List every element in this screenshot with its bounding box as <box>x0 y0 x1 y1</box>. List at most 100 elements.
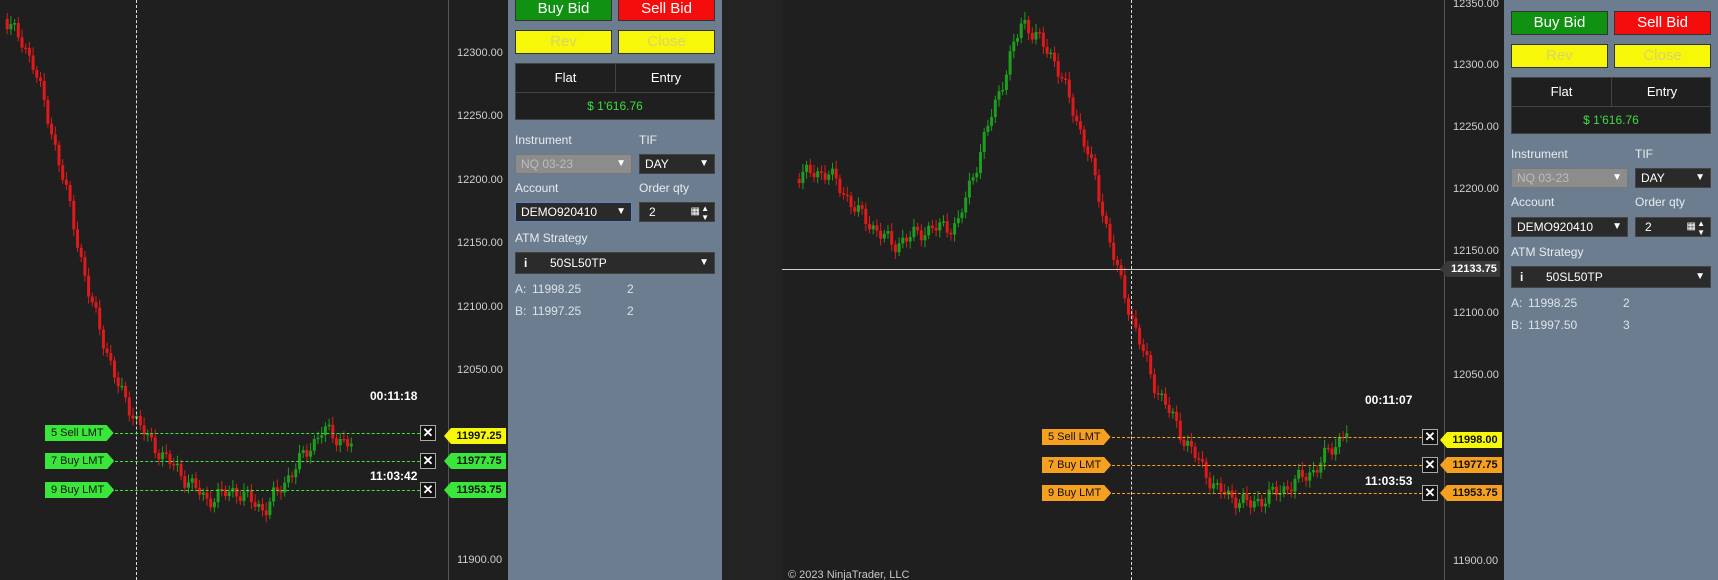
candle-body <box>35 69 39 78</box>
chevron-down-icon: ▼ <box>1695 172 1705 183</box>
candle-body <box>172 463 176 466</box>
chevron-down-icon: ▼ <box>1695 271 1705 282</box>
right-rev-button[interactable]: Rev <box>1511 44 1608 68</box>
left-cancel-order-3-icon[interactable]: ✕ <box>420 482 436 498</box>
right-order-line-sell[interactable] <box>1112 437 1422 438</box>
left-price-axis[interactable]: 12300.00 12250.00 12200.00 12150.00 1210… <box>444 0 508 580</box>
right-tif-select[interactable]: DAY ▼ <box>1635 168 1711 188</box>
candle-body <box>61 165 65 180</box>
left-buy-bid-button[interactable]: Buy Bid <box>515 0 612 21</box>
candle-body <box>1127 298 1130 315</box>
info-icon[interactable]: i <box>524 253 527 273</box>
left-price-tag-sell: 11997.25 <box>444 428 506 444</box>
left-order-qty-stepper[interactable]: 2 ▦ ▲ ▼ <box>639 202 715 222</box>
calculator-icon[interactable]: ▦ <box>1687 218 1696 236</box>
candle-body <box>890 231 894 245</box>
right-instrument-select[interactable]: NQ 03-23 ▼ <box>1511 168 1628 188</box>
candle-body <box>1101 201 1105 216</box>
right-cancel-order-1-icon[interactable]: ✕ <box>1422 429 1438 445</box>
left-order-tag-sell[interactable]: 5 Sell LMT <box>45 425 114 441</box>
candle-body <box>1071 97 1075 116</box>
left-bid-price: 11997.25 <box>532 304 582 318</box>
right-order-qty-stepper[interactable]: 2 ▦ ▲ ▼ <box>1635 217 1711 237</box>
right-sell-bid-button[interactable]: Sell Bid <box>1614 11 1711 35</box>
candle-body <box>1001 89 1005 92</box>
left-order-line-buy-2[interactable] <box>110 490 420 491</box>
left-account-select[interactable]: DEMO920410 ▼ <box>515 202 632 222</box>
info-icon[interactable]: i <box>1520 267 1523 287</box>
candle-body <box>187 482 190 488</box>
candle-body <box>1152 374 1156 394</box>
right-buy-bid-button[interactable]: Buy Bid <box>1511 11 1608 35</box>
candle-body <box>1082 129 1086 147</box>
candle-body <box>1215 483 1219 485</box>
left-chart-area[interactable]: 00:11:18 11:03:42 5 Sell LMT 7 Buy LMT 9… <box>0 0 448 580</box>
left-tif-select[interactable]: DAY ▼ <box>639 154 715 174</box>
stepper-arrows-icon[interactable]: ▲ ▼ <box>1697 219 1705 237</box>
candle-body <box>31 55 35 70</box>
right-order-tag-buy-1[interactable]: 7 Buy LMT <box>1042 457 1111 473</box>
left-rev-button[interactable]: Rev <box>515 30 612 54</box>
right-instrument-label: Instrument <box>1511 147 1568 161</box>
candle-body <box>1315 470 1319 473</box>
candle-body <box>886 231 890 234</box>
candle-body <box>923 235 927 241</box>
left-close-button[interactable]: Close <box>618 30 715 54</box>
right-order-line-buy-1[interactable] <box>1112 465 1422 466</box>
right-atm-strategy-select[interactable]: i 50SL50TP ▼ <box>1511 266 1711 288</box>
right-cancel-order-3-icon[interactable]: ✕ <box>1422 485 1438 501</box>
candle-body <box>1175 411 1179 421</box>
left-order-line-sell[interactable] <box>110 433 420 434</box>
candle-body <box>1245 494 1249 501</box>
left-cancel-order-1-icon[interactable]: ✕ <box>420 425 436 441</box>
right-cancel-order-2-icon[interactable]: ✕ <box>1422 457 1438 473</box>
candle-body <box>335 438 338 446</box>
candle-body <box>1112 242 1116 260</box>
left-cancel-order-2-icon[interactable]: ✕ <box>420 453 436 469</box>
right-close-button[interactable]: Close <box>1614 44 1711 68</box>
candle-body <box>982 131 986 153</box>
candle-body <box>993 99 997 118</box>
candle-body <box>1182 439 1186 446</box>
candle-body <box>183 476 187 488</box>
candle-body <box>838 178 842 194</box>
candle-body <box>816 171 820 178</box>
left-order-tag-buy-2[interactable]: 9 Buy LMT <box>45 482 114 498</box>
candle-body <box>949 232 953 235</box>
candle-body <box>20 37 24 48</box>
right-bid-qty: 3 <box>1623 318 1630 332</box>
candle-body <box>1212 483 1216 489</box>
left-order-line-buy-1[interactable] <box>110 461 420 462</box>
candle-body <box>908 237 912 242</box>
left-position-box: Flat Entry $ 1'616.76 <box>515 63 715 120</box>
right-crosshair-price-tag: 12133.75 <box>1440 261 1500 277</box>
candle-body <box>1104 215 1108 224</box>
left-atm-strategy-select[interactable]: i 50SL50TP ▼ <box>515 252 715 274</box>
candle-body <box>919 230 923 241</box>
candle-body <box>871 225 875 230</box>
calculator-icon[interactable]: ▦ <box>691 203 700 221</box>
left-position-status: Flat <box>516 64 616 92</box>
left-order-tag-buy-1[interactable]: 7 Buy LMT <box>45 453 114 469</box>
right-tif-label: TIF <box>1635 147 1653 161</box>
left-axis-tick: 12150.00 <box>457 237 503 249</box>
candle-body <box>1234 497 1238 509</box>
stepper-arrows-icon[interactable]: ▲ ▼ <box>701 204 709 222</box>
right-order-tag-buy-2[interactable]: 9 Buy LMT <box>1042 485 1111 501</box>
right-order-line-buy-2[interactable] <box>1112 493 1422 494</box>
right-chart-area[interactable]: 00:11:07 11:03:53 5 Sell LMT 7 Buy LMT 9… <box>782 0 1444 580</box>
candle-body <box>1108 223 1112 243</box>
candle-body <box>1297 469 1301 479</box>
window-divider[interactable] <box>722 0 782 580</box>
candle-body <box>938 222 942 231</box>
right-order-tag-sell[interactable]: 5 Sell LMT <box>1042 429 1111 445</box>
candle-body <box>98 307 102 330</box>
left-sell-bid-button[interactable]: Sell Bid <box>618 0 715 21</box>
candle-body <box>1308 472 1312 481</box>
candle-body <box>1330 448 1334 455</box>
left-instrument-select[interactable]: NQ 03-23 ▼ <box>515 154 632 174</box>
candle-body <box>342 439 346 441</box>
right-account-select[interactable]: DEMO920410 ▼ <box>1511 217 1628 237</box>
candle-body <box>868 223 871 230</box>
right-price-axis[interactable]: 12350.00 12300.00 12250.00 12200.00 1215… <box>1440 0 1504 580</box>
